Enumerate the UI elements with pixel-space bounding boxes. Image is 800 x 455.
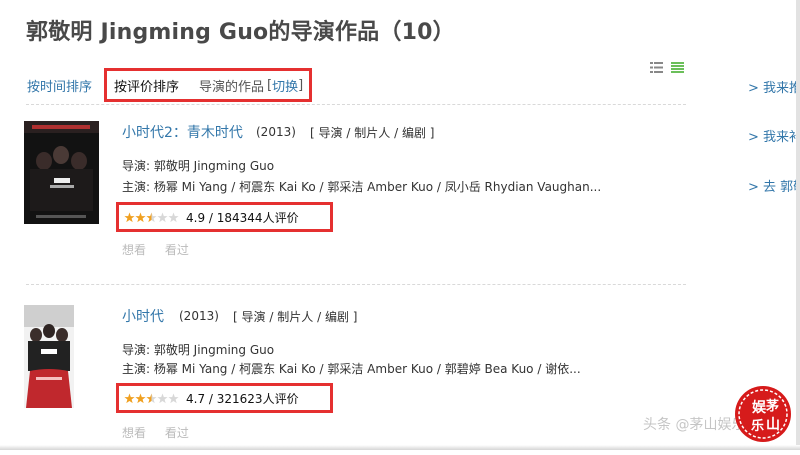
- bracket-close: ]: [298, 77, 304, 93]
- film-cast: 主演: 杨幂 Mi Yang / 柯震东 Kai Ko / 郭采洁 Amber …: [122, 362, 581, 376]
- empty-star-icon: [168, 393, 179, 403]
- star-icon: [124, 393, 135, 403]
- empty-star-icon: [157, 212, 168, 222]
- roles-separator: /: [269, 310, 274, 324]
- role-producer-link[interactable]: 制片人: [354, 126, 390, 140]
- film-title-link[interactable]: 小时代: [122, 306, 164, 326]
- roles-separator: /: [346, 126, 351, 140]
- sort-bar: 按时间排序: [27, 76, 92, 95]
- roles-open-bracket: [: [310, 126, 315, 140]
- star-rating: [124, 212, 179, 223]
- watched-link[interactable]: 看过: [165, 243, 189, 257]
- film-item: 小时代 (2013) [ 导演 / 制片人 / 编剧 ] 导演: 郭敬明 Jin…: [24, 305, 664, 455]
- svg-text:茅: 茅: [766, 398, 779, 414]
- film-director: 导演: 郭敬明 Jingming Guo: [122, 159, 275, 173]
- film-roles: [ 导演 / 制片人 / 编剧 ]: [310, 124, 434, 141]
- switch-link[interactable]: 切换: [272, 76, 298, 95]
- want-to-watch-link[interactable]: 想看: [122, 426, 146, 440]
- role-writer-link[interactable]: 编剧: [402, 126, 426, 140]
- star-icon: [135, 393, 146, 403]
- role-producer-link[interactable]: 制片人: [277, 310, 313, 324]
- roles-open-bracket: [: [233, 310, 238, 324]
- film-roles: [ 导演 / 制片人 / 编剧 ]: [233, 308, 357, 325]
- list-view-icon[interactable]: [650, 61, 663, 74]
- view-toggle: [650, 61, 684, 74]
- bottom-shadow: [0, 445, 800, 450]
- empty-star-icon: [157, 393, 168, 403]
- divider: [26, 284, 686, 285]
- film-year: (2013): [179, 309, 219, 323]
- sidebar-link-recommend[interactable]: > 我来推: [748, 77, 800, 96]
- svg-text:娱: 娱: [752, 399, 767, 416]
- works-type-label: 导演的作品: [199, 79, 265, 95]
- roles-separator: /: [317, 310, 322, 324]
- roles-separator: /: [394, 126, 399, 140]
- film-actions: 想看 看过: [122, 424, 204, 441]
- film-cast: 主演: 杨幂 Mi Yang / 柯震东 Kai Ko / 郭采洁 Amber …: [122, 180, 602, 194]
- film-item: 小时代2：青木时代 (2013) [ 导演 / 制片人 / 编剧 ] 导演: 郭…: [24, 121, 664, 271]
- roles-close-bracket: ]: [429, 126, 435, 140]
- empty-star-icon: [168, 212, 179, 222]
- role-director-link[interactable]: 导演: [319, 126, 343, 140]
- film-actions: 想看 看过: [122, 241, 204, 258]
- svg-text:山: 山: [766, 417, 780, 433]
- rating-highlight-box: 4.7 / 321623人评价: [116, 383, 333, 413]
- star-rating: [124, 393, 179, 404]
- watermark-text: 头条 @茅山娱乐: [643, 417, 746, 433]
- sidebar-link-goto[interactable]: > 去 郭敬: [748, 176, 800, 195]
- role-writer-link[interactable]: 编剧: [325, 310, 349, 324]
- film-director: 导演: 郭敬明 Jingming Guo: [122, 343, 275, 357]
- page-title: 郭敬明 Jingming Guo的导演作品（10）: [26, 20, 455, 45]
- divider: [26, 104, 686, 105]
- half-star-icon: [146, 212, 157, 222]
- sidebar-link-supplement[interactable]: > 我来补: [748, 126, 800, 145]
- svg-text:乐: 乐: [751, 418, 764, 434]
- page-edge: [796, 0, 800, 450]
- rating-highlight-box: 4.9 / 184344人评价: [116, 202, 333, 232]
- star-icon: [135, 212, 146, 222]
- sort-highlight-box: 按评价排序 导演的作品 [ 切换 ]: [104, 68, 312, 102]
- film-poster[interactable]: [24, 305, 74, 408]
- sidebar: > 我来推 > 我来补 > 去 郭敬: [705, 20, 800, 450]
- sort-by-time-link[interactable]: 按时间排序: [27, 80, 92, 95]
- want-to-watch-link[interactable]: 想看: [122, 243, 146, 257]
- grid-view-icon[interactable]: [671, 61, 684, 74]
- film-year: (2013): [256, 125, 296, 139]
- rating-text: 4.9 / 184344人评价: [186, 210, 299, 225]
- roles-close-bracket: ]: [352, 310, 358, 324]
- sort-by-rating-current: 按评价排序: [114, 79, 180, 95]
- half-star-icon: [146, 393, 157, 403]
- rating-text: 4.7 / 321623人评价: [186, 391, 299, 406]
- film-title-link[interactable]: 小时代2：青木时代: [122, 122, 243, 142]
- role-director-link[interactable]: 导演: [242, 310, 266, 324]
- film-poster[interactable]: [24, 121, 99, 224]
- star-icon: [124, 212, 135, 222]
- brand-seal-logo: 娱 茅 乐 山: [735, 386, 791, 442]
- watched-link[interactable]: 看过: [165, 426, 189, 440]
